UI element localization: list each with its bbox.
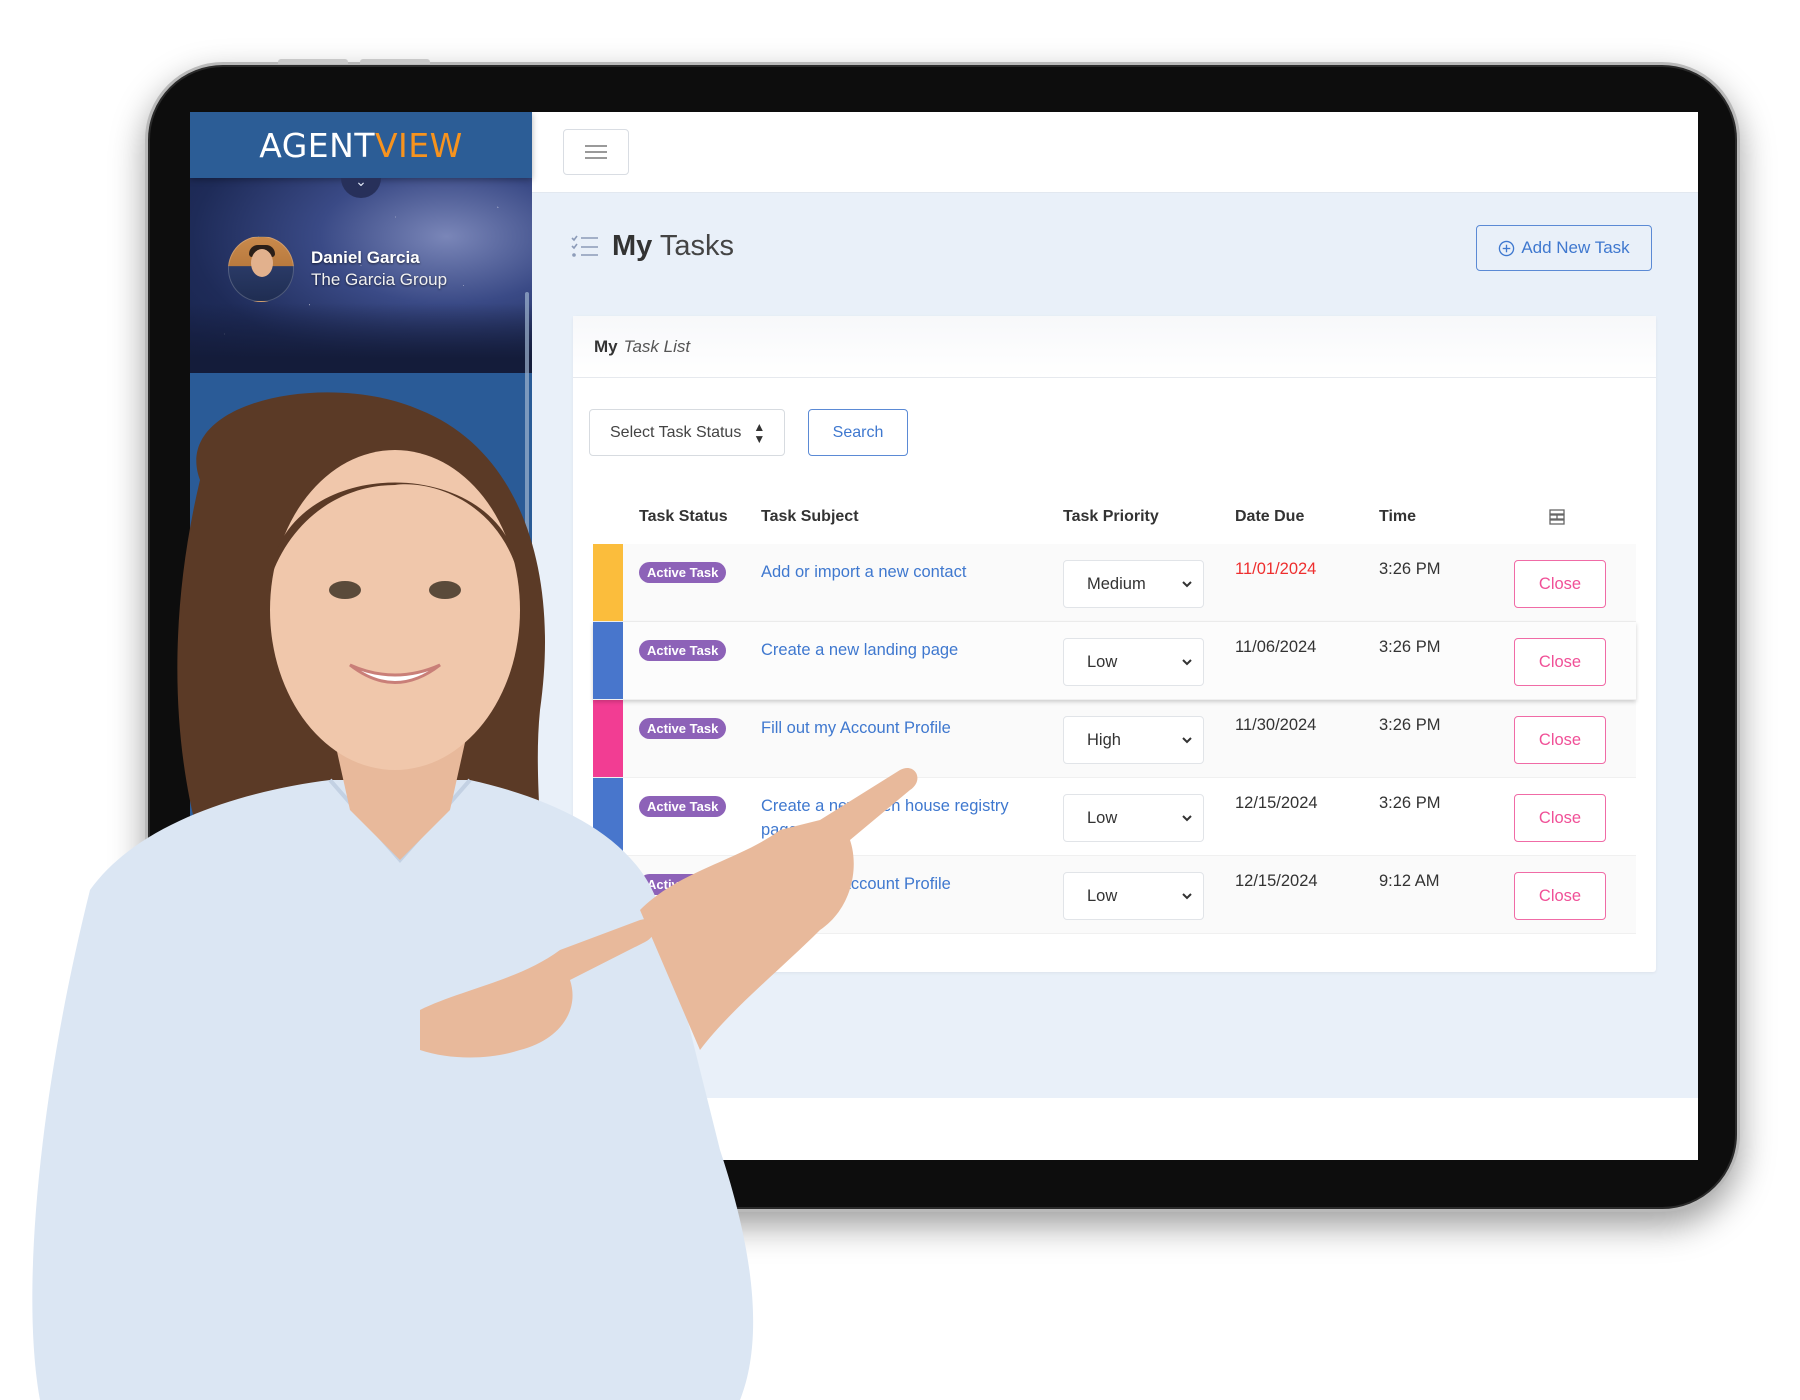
priority-color-bar xyxy=(593,778,623,855)
column-header-time[interactable]: Time xyxy=(1379,508,1416,526)
date-due: 12/15/2024 xyxy=(1235,872,1318,890)
profile-panel: ⌄ Daniel Garcia The Garcia Group xyxy=(190,178,532,373)
priority-select[interactable]: High xyxy=(1063,716,1204,764)
chevron-down-icon xyxy=(1182,737,1192,744)
priority-color-bar xyxy=(593,700,623,777)
app-logo[interactable]: AGENTVIEW xyxy=(259,126,463,165)
topbar: 5 xyxy=(532,112,1698,193)
logo-bar: AGENTVIEW xyxy=(190,112,532,178)
status-badge: Active Task xyxy=(639,640,727,661)
status-badge: Active Task xyxy=(639,562,727,583)
column-header-status[interactable]: Task Status xyxy=(639,508,728,526)
footer: AGENTVIEW © xyxy=(532,1098,1698,1160)
due-time: 3:26 PM xyxy=(1379,794,1441,812)
close-task-button[interactable]: Close xyxy=(1514,716,1606,764)
priority-select[interactable]: Low xyxy=(1063,638,1204,686)
page-header: My Tasks xyxy=(570,230,734,263)
priority-color-bar xyxy=(593,622,623,699)
priority-color-bar xyxy=(593,856,623,933)
app-screen: AGENTVIEW ⌄ Daniel Garcia The Garcia Gro… xyxy=(190,112,1698,1160)
chevron-down-icon xyxy=(1182,815,1192,822)
close-task-button[interactable]: Close xyxy=(1514,638,1606,686)
task-subject-link[interactable]: Fill out my Account Profile xyxy=(761,716,1031,740)
sidebar-item-dashboard[interactable]: Dashboard xyxy=(190,407,532,447)
date-due: 11/06/2024 xyxy=(1235,638,1317,656)
profile-organization: The Garcia Group xyxy=(311,270,448,289)
task-subject-link[interactable]: Add or import a new contact xyxy=(761,560,1031,584)
chevron-down-icon xyxy=(1182,893,1192,900)
task-table: Task Status Task Subject Task Priority D… xyxy=(593,494,1636,934)
profile-name: Daniel Garcia xyxy=(311,248,420,267)
close-task-button[interactable]: Close xyxy=(1514,560,1606,608)
profile-avatar[interactable] xyxy=(228,236,294,302)
filter-row: Select Task Status ▲ ▼ Search xyxy=(589,409,908,456)
column-header-priority[interactable]: Task Priority xyxy=(1063,508,1159,526)
sidebar-nav: Dashboard xyxy=(190,373,532,447)
due-time: 9:12 AM xyxy=(1379,872,1440,890)
date-due: 11/30/2024 xyxy=(1235,716,1317,734)
task-subject-link[interactable]: Create a new landing page xyxy=(761,638,1031,662)
close-task-button[interactable]: Close xyxy=(1514,872,1606,920)
priority-select[interactable]: Low xyxy=(1063,794,1204,842)
add-new-task-button[interactable]: Add New Task xyxy=(1476,225,1652,271)
table-row[interactable]: Active Task Create a new open house regis… xyxy=(593,778,1636,856)
due-time: 3:26 PM xyxy=(1379,716,1441,734)
chevron-down-icon xyxy=(1182,581,1192,588)
table-row[interactable]: Active Task Fill out my Account Profile Hi… xyxy=(593,700,1636,778)
task-subject-link[interactable]: Create a new open house registry page xyxy=(761,794,1031,842)
hamburger-icon xyxy=(585,145,607,147)
table-row[interactable]: Active Task Add or import a new contact Me… xyxy=(593,544,1636,622)
column-header-subject[interactable]: Task Subject xyxy=(761,508,859,526)
tablet-volume-button xyxy=(278,59,348,64)
table-row[interactable]: Active Task Create a new landing page Low 1… xyxy=(593,622,1636,700)
card-header: My Task List xyxy=(573,316,1656,378)
date-due: 12/15/2024 xyxy=(1235,794,1318,812)
task-list-card: My Task List Select Task Status ▲ ▼ Searc… xyxy=(573,316,1656,972)
sort-arrows-icon: ▲ ▼ xyxy=(753,419,766,446)
priority-select[interactable]: Medium xyxy=(1063,560,1204,608)
status-badge: Active Task xyxy=(639,874,727,895)
chevron-down-icon[interactable]: ⌄ xyxy=(341,178,381,198)
due-time: 3:26 PM xyxy=(1379,638,1441,656)
plus-circle-icon xyxy=(1499,240,1515,256)
task-subject-link[interactable]: Fill out my Account Profile xyxy=(761,872,1031,896)
status-badge: Active Task xyxy=(639,796,727,817)
status-badge: Active Task xyxy=(639,718,727,739)
task-list-icon xyxy=(571,235,598,257)
table-row[interactable]: Active Task Fill out my Account Profile Lo… xyxy=(593,856,1636,934)
home-icon xyxy=(230,417,248,437)
table-body: Active Task Add or import a new contact Me… xyxy=(593,544,1636,934)
due-time: 3:26 PM xyxy=(1379,560,1441,578)
priority-select[interactable]: Low xyxy=(1063,872,1204,920)
date-due: 11/01/2024 xyxy=(1235,560,1317,578)
page-title: My Tasks xyxy=(612,230,734,262)
sidebar: AGENTVIEW ⌄ Daniel Garcia The Garcia Gro… xyxy=(190,112,532,1160)
sidebar-scrollbar[interactable] xyxy=(525,292,529,902)
priority-color-bar xyxy=(593,544,623,621)
column-header-date-due[interactable]: Date Due xyxy=(1235,508,1304,526)
chevron-down-icon xyxy=(1182,659,1192,666)
task-status-select[interactable]: Select Task Status ▲ ▼ xyxy=(589,409,785,456)
menu-toggle-button[interactable] xyxy=(563,129,629,175)
column-settings-icon[interactable] xyxy=(1548,508,1566,526)
sidebar-item-label: Dashboard xyxy=(264,417,348,436)
table-header: Task Status Task Subject Task Priority D… xyxy=(593,494,1636,544)
search-button[interactable]: Search xyxy=(808,409,908,456)
close-task-button[interactable]: Close xyxy=(1514,794,1606,842)
tablet-volume-button xyxy=(360,59,430,64)
